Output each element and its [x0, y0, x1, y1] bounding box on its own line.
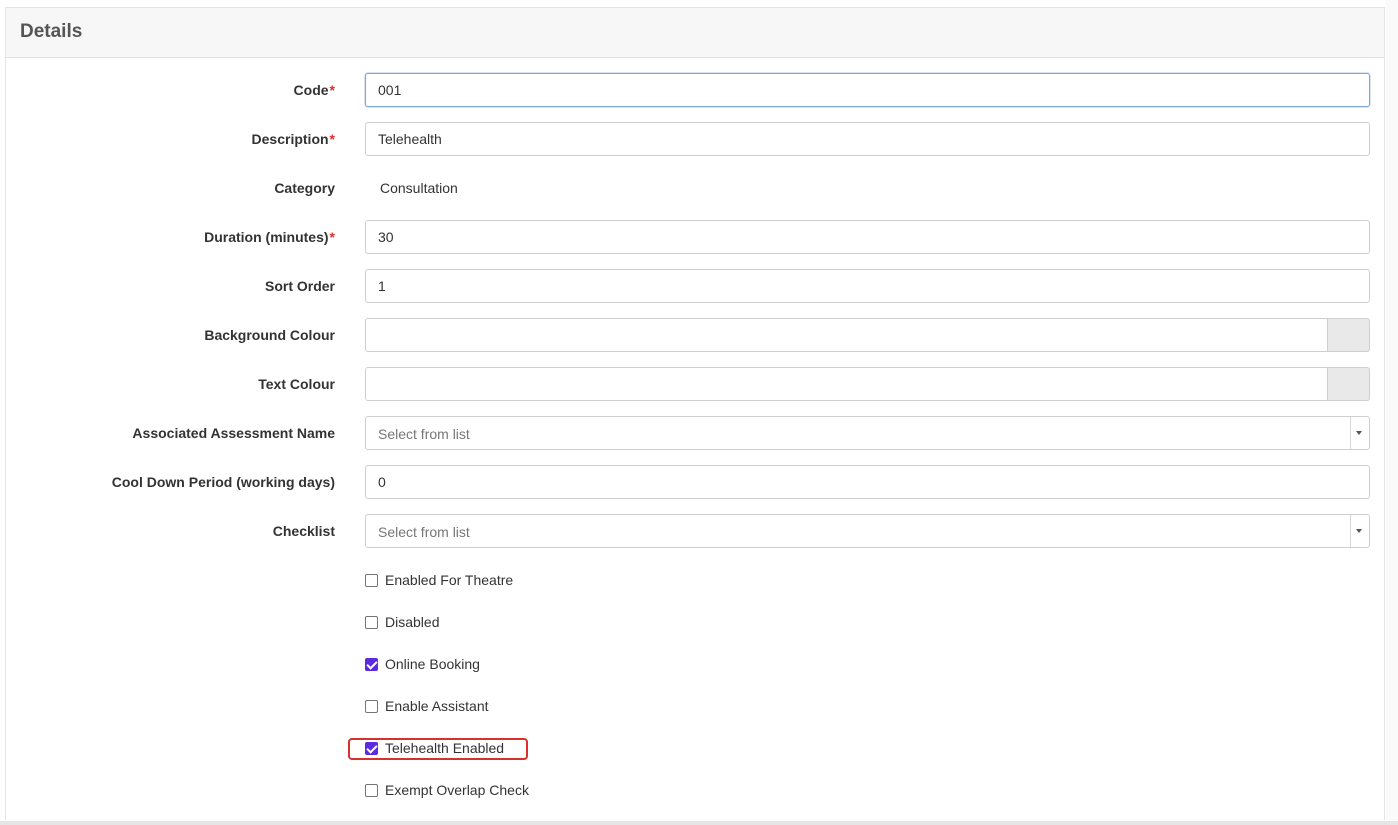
category-row: Category Consultation: [0, 171, 1398, 205]
required-marker: *: [329, 82, 335, 98]
sort-order-input[interactable]: 1: [365, 269, 1370, 303]
checkbox-label: Online Booking: [385, 656, 480, 672]
code-label: Code*: [293, 82, 335, 98]
chevron-down-icon: [1356, 529, 1362, 533]
code-input[interactable]: 001: [365, 73, 1370, 107]
assessment-placeholder: Select from list: [378, 426, 470, 442]
category-value: Consultation: [380, 180, 458, 196]
duration-label: Duration (minutes)*: [204, 229, 335, 245]
sort-order-row: Sort Order 1: [0, 269, 1398, 303]
checkbox[interactable]: [365, 616, 378, 629]
checkbox-label: Enabled For Theatre: [385, 572, 514, 588]
text-colour-swatch[interactable]: [1328, 367, 1370, 401]
background-colour-label: Background Colour: [204, 327, 335, 343]
checkbox-label: Exempt Overlap Check: [385, 782, 529, 798]
text-colour-input[interactable]: [365, 367, 1328, 401]
dropdown-toggle[interactable]: [1350, 417, 1369, 449]
checklist-placeholder: Select from list: [378, 524, 470, 540]
background-colour-row: Background Colour: [0, 318, 1398, 352]
sort-order-label: Sort Order: [264, 278, 335, 294]
checklist-label: Checklist: [272, 523, 335, 539]
required-marker: *: [329, 229, 335, 245]
checkbox-label: Telehealth Enabled: [385, 740, 505, 756]
cool-down-row: Cool Down Period (working days) 0: [0, 465, 1398, 499]
duration-row: Duration (minutes)* 30: [0, 220, 1398, 254]
cool-down-input[interactable]: 0: [365, 465, 1370, 499]
checkbox[interactable]: [365, 574, 378, 587]
assessment-row: Associated Assessment Name Select from l…: [0, 416, 1398, 450]
required-marker: *: [329, 131, 335, 147]
checkbox[interactable]: [365, 742, 378, 755]
code-row: Code* 001: [0, 73, 1398, 107]
bottom-border: [0, 821, 1398, 825]
duration-input[interactable]: 30: [365, 220, 1370, 254]
cool-down-label: Cool Down Period (working days): [111, 474, 335, 490]
checkbox[interactable]: [365, 658, 378, 671]
description-row: Description* Telehealth: [0, 122, 1398, 156]
checklist-row: Checklist Select from list: [0, 514, 1398, 548]
dropdown-toggle[interactable]: [1350, 515, 1369, 547]
panel-header: Details: [6, 8, 1384, 58]
checkbox-label: Disabled: [385, 614, 440, 630]
description-label: Description*: [251, 131, 335, 147]
text-colour-label: Text Colour: [258, 376, 335, 392]
checkbox[interactable]: [365, 784, 378, 797]
checklist-select[interactable]: Select from list: [365, 514, 1370, 548]
chevron-down-icon: [1356, 431, 1362, 435]
assessment-select[interactable]: Select from list: [365, 416, 1370, 450]
checkbox-label: Enable Assistant: [385, 698, 489, 714]
category-label: Category: [274, 180, 335, 196]
background-colour-swatch[interactable]: [1328, 318, 1370, 352]
assessment-label: Associated Assessment Name: [132, 425, 335, 441]
description-input[interactable]: Telehealth: [365, 122, 1370, 156]
text-colour-row: Text Colour: [0, 367, 1398, 401]
panel-title: Details: [20, 21, 83, 42]
checkbox[interactable]: [365, 700, 378, 713]
background-colour-input[interactable]: [365, 318, 1328, 352]
